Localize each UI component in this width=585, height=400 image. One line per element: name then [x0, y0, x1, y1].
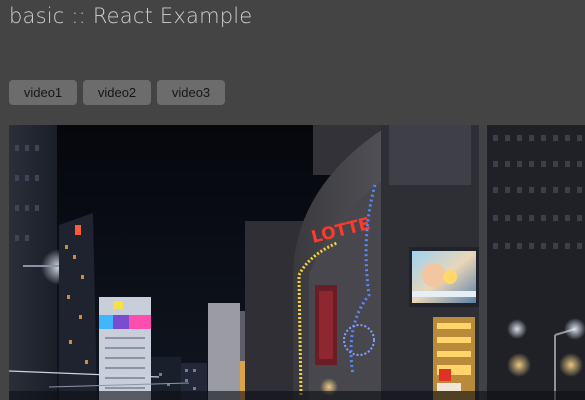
- video1-button[interactable]: video1: [9, 80, 77, 105]
- page: basic :: React Example video1 video2 vid…: [0, 0, 585, 400]
- video2-button[interactable]: video2: [83, 80, 151, 105]
- video3-button[interactable]: video3: [157, 80, 225, 105]
- video-selector: video1 video2 video3: [9, 80, 225, 105]
- video-frame: LOTTE: [9, 125, 585, 400]
- page-title: basic :: React Example: [9, 4, 253, 28]
- video-player[interactable]: LOTTE: [9, 125, 585, 400]
